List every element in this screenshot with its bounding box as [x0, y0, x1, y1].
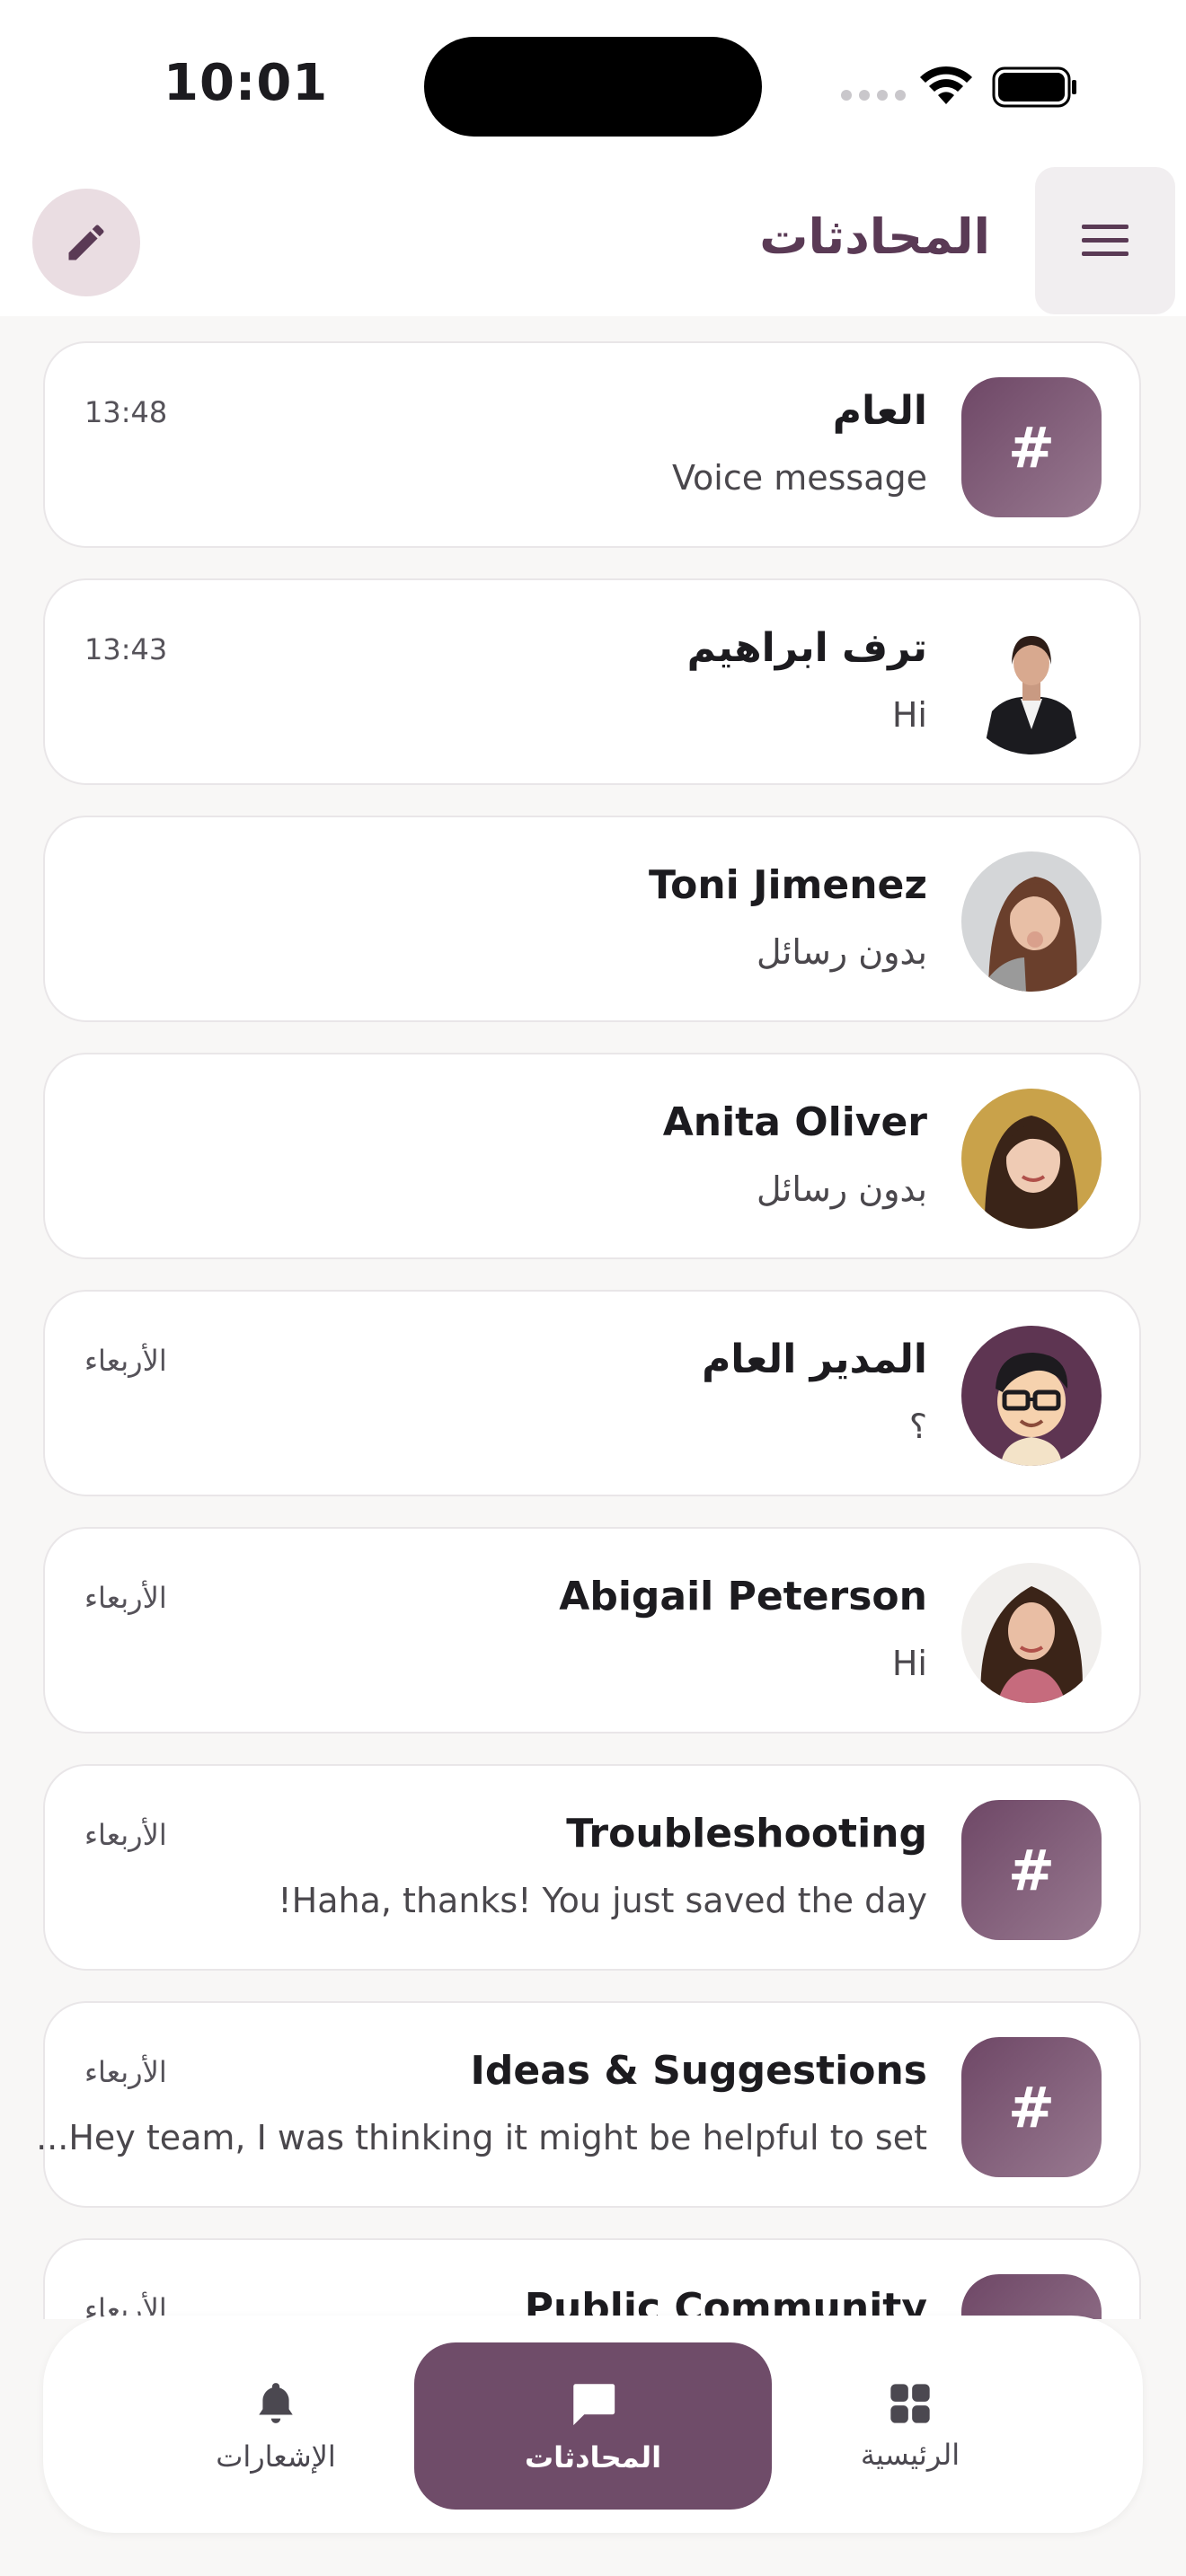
channel-hash-icon: # — [961, 377, 1102, 517]
status-time: 10:01 — [164, 54, 329, 112]
conversation-preview: بدون رسائل — [757, 932, 927, 972]
conversation-preview: Hi — [891, 695, 927, 735]
menu-button[interactable] — [1035, 167, 1175, 314]
conversation-item[interactable]: # العام Voice message 13:48 — [43, 341, 1141, 548]
avatar — [961, 1089, 1102, 1229]
avatar — [961, 1326, 1102, 1466]
compose-button[interactable] — [32, 189, 140, 296]
nav-notifications[interactable]: الإشعارات — [97, 2342, 455, 2510]
conversation-time: 13:43 — [84, 632, 168, 666]
conversation-item[interactable]: Toni Jimenez بدون رسائل — [43, 816, 1141, 1022]
conversation-preview: بدون رسائل — [757, 1169, 927, 1209]
conversation-name: Public Community — [524, 2285, 927, 2319]
chat-bubble-icon — [573, 2384, 615, 2426]
bell-icon — [259, 2383, 293, 2423]
conversation-preview: ؟ — [908, 1407, 927, 1446]
avatar — [961, 1563, 1102, 1703]
nav-chats[interactable]: المحادثات — [414, 2342, 772, 2510]
conversation-item[interactable]: # Public Community الأربعاء — [43, 2238, 1141, 2319]
conversation-name: Abigail Peterson — [559, 1574, 927, 1619]
nav-chats-label: المحادثات — [524, 2440, 662, 2475]
conversation-list: # العام Voice message 13:48 ترف ابراهيم … — [0, 316, 1186, 2319]
cellular-signal-icon — [841, 90, 906, 101]
conversation-preview: ...Hey team, I was thinking it might be … — [36, 2118, 927, 2157]
conversation-item[interactable]: Anita Oliver بدون رسائل — [43, 1053, 1141, 1259]
conversation-item[interactable]: Abigail Peterson Hi الأربعاء — [43, 1527, 1141, 1734]
nav-home[interactable]: الرئيسية — [731, 2342, 1089, 2510]
page-title: المحادثات — [759, 208, 990, 265]
conversation-name: Toni Jimenez — [648, 862, 927, 908]
conversation-name: Anita Oliver — [662, 1099, 927, 1145]
conversation-time: 13:48 — [84, 395, 168, 429]
conversation-preview: Hi — [891, 1644, 927, 1683]
conversation-item[interactable]: المدير العام ؟ الأربعاء — [43, 1290, 1141, 1496]
channel-hash-icon: # — [961, 1800, 1102, 1940]
conversation-item[interactable]: # Troubleshooting !Haha, thanks! You jus… — [43, 1764, 1141, 1971]
pencil-icon — [68, 225, 104, 260]
nav-home-label: الرئيسية — [860, 2438, 960, 2472]
conversation-time: الأربعاء — [84, 1581, 167, 1615]
conversation-name: العام — [832, 388, 927, 434]
dynamic-island — [424, 37, 762, 137]
conversation-item[interactable]: # Ideas & Suggestions ...Hey team, I was… — [36, 2001, 1141, 2208]
conversation-time: الأربعاء — [84, 2055, 167, 2089]
conversation-item[interactable]: ترف ابراهيم Hi 13:43 — [43, 578, 1141, 785]
channel-hash-icon: # — [961, 2037, 1102, 2177]
channel-hash-icon: # — [961, 2274, 1102, 2319]
app-bar: المحادثات — [0, 162, 1186, 316]
status-bar: 10:01 — [0, 0, 1186, 162]
hamburger-menu-icon — [1082, 225, 1128, 256]
conversation-time: الأربعاء — [84, 1344, 167, 1378]
conversation-preview: !Haha, thanks! You just saved the day — [278, 1881, 927, 1920]
battery-icon — [992, 66, 1076, 108]
nav-notifications-label: الإشعارات — [216, 2439, 336, 2474]
avatar — [961, 614, 1102, 754]
bottom-navigation: الإشعارات المحادثات الرئيسية — [43, 2316, 1143, 2533]
conversation-preview: Voice message — [672, 458, 927, 498]
conversation-name: Ideas & Suggestions — [470, 2048, 928, 2094]
avatar — [961, 851, 1102, 992]
grid-apps-icon — [890, 2384, 930, 2423]
wifi-icon — [920, 66, 972, 104]
conversation-name: Troubleshooting — [566, 1811, 927, 1857]
conversation-name: المدير العام — [702, 1337, 927, 1382]
conversation-time: الأربعاء — [84, 1818, 167, 1852]
conversation-name: ترف ابراهيم — [686, 625, 927, 671]
